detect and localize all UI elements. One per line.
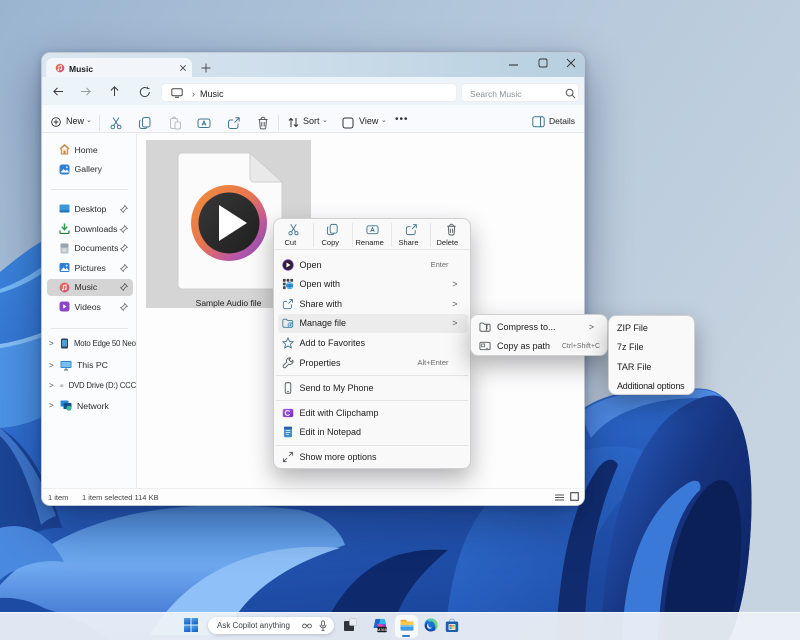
svg-text:M365: M365 [377, 627, 388, 632]
